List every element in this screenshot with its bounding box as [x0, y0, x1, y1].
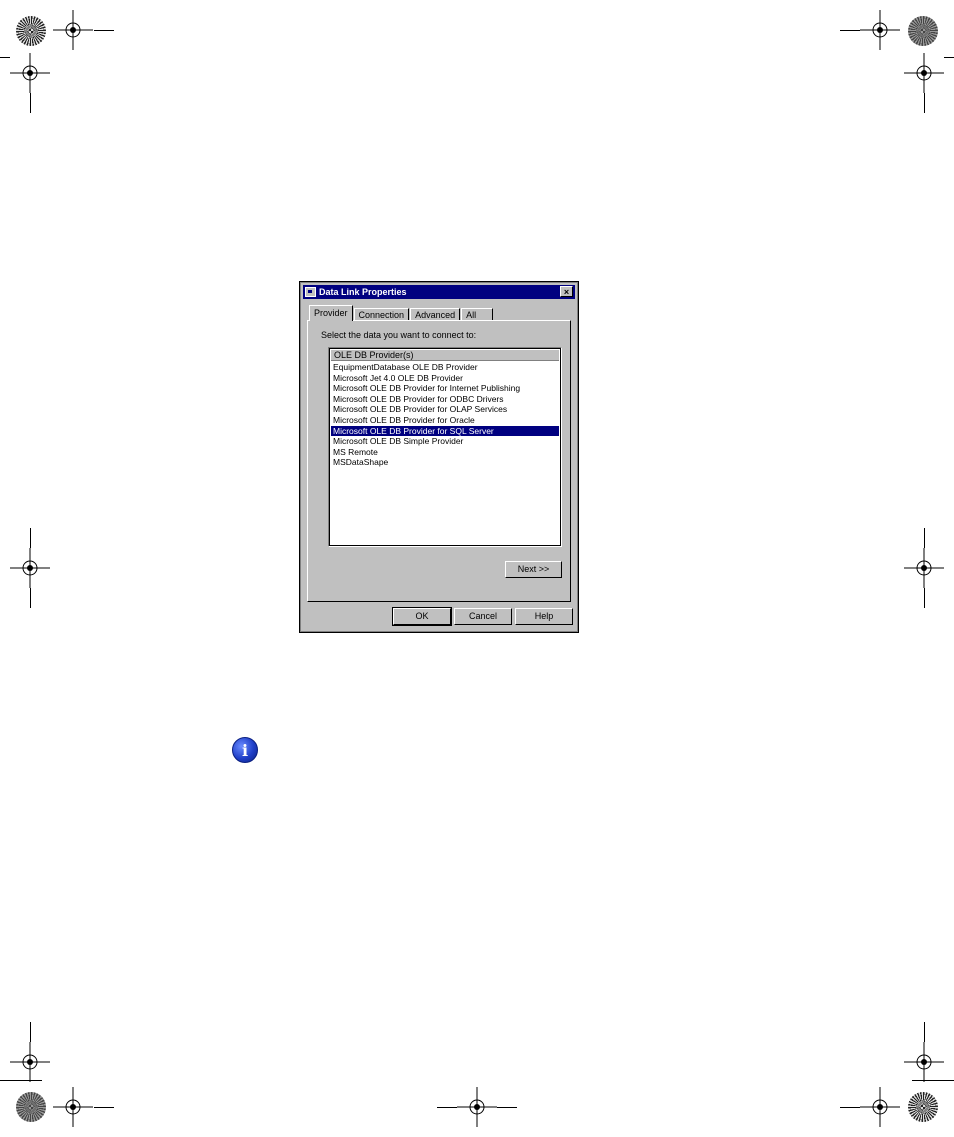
crop-line — [94, 1107, 114, 1108]
provider-panel: Select the data you want to connect to: … — [307, 320, 571, 602]
color-target-icon — [908, 1092, 938, 1122]
list-item[interactable]: Microsoft OLE DB Provider for Oracle — [331, 415, 559, 426]
registration-mark-icon — [860, 1087, 900, 1127]
crop-line — [497, 1107, 517, 1108]
registration-mark-icon — [10, 1042, 50, 1082]
crop-line — [437, 1107, 457, 1108]
list-item[interactable]: Microsoft OLE DB Simple Provider — [331, 436, 559, 447]
crop-line — [840, 30, 860, 31]
crop-line — [0, 1080, 42, 1081]
crop-line — [30, 93, 31, 113]
data-link-properties-dialog: Data Link Properties × Provider Connecti… — [299, 281, 579, 633]
crop-line — [30, 588, 31, 608]
tab-provider[interactable]: Provider — [309, 305, 353, 321]
registration-mark-icon — [904, 1042, 944, 1082]
crop-line — [0, 57, 10, 58]
cancel-button[interactable]: Cancel — [454, 608, 512, 625]
provider-list: EquipmentDatabase OLE DB Provider Micros… — [331, 362, 559, 468]
list-item[interactable]: Microsoft OLE DB Provider for ODBC Drive… — [331, 394, 559, 405]
crop-line — [912, 1080, 954, 1081]
list-item-selected[interactable]: Microsoft OLE DB Provider for SQL Server — [331, 425, 559, 437]
list-item[interactable]: EquipmentDatabase OLE DB Provider — [331, 362, 559, 373]
help-button[interactable]: Help — [515, 608, 573, 625]
crop-line — [944, 57, 954, 58]
data-link-icon — [305, 287, 316, 297]
info-icon: i — [232, 737, 258, 763]
color-target-icon — [16, 16, 46, 46]
list-column-header[interactable]: OLE DB Provider(s) — [331, 350, 559, 361]
crop-line — [30, 528, 31, 548]
registration-mark-icon — [904, 548, 944, 588]
dialog-title: Data Link Properties — [319, 287, 407, 297]
crop-line — [94, 30, 114, 31]
list-item[interactable]: Microsoft OLE DB Provider for Internet P… — [331, 383, 559, 394]
registration-mark-icon — [10, 53, 50, 93]
tab-strip: Provider Connection Advanced All — [309, 305, 494, 321]
registration-mark-icon — [904, 53, 944, 93]
crop-line — [924, 1022, 925, 1042]
crop-line — [924, 588, 925, 608]
crop-line — [30, 1022, 31, 1042]
color-target-icon — [908, 16, 938, 46]
registration-mark-icon — [860, 10, 900, 50]
next-button[interactable]: Next >> — [505, 561, 562, 578]
registration-mark-icon — [53, 1087, 93, 1127]
crop-line — [840, 1107, 860, 1108]
crop-line — [924, 528, 925, 548]
registration-mark-icon — [457, 1087, 497, 1127]
color-target-icon — [16, 1092, 46, 1122]
close-button[interactable]: × — [560, 286, 573, 297]
ok-button[interactable]: OK — [392, 607, 452, 626]
title-bar[interactable]: Data Link Properties × — [303, 285, 575, 299]
list-item[interactable]: Microsoft OLE DB Provider for OLAP Servi… — [331, 404, 559, 415]
instruction-label: Select the data you want to connect to: — [321, 330, 477, 340]
provider-listbox[interactable]: OLE DB Provider(s) EquipmentDatabase OLE… — [328, 347, 562, 547]
registration-mark-icon — [10, 548, 50, 588]
crop-line — [924, 93, 925, 113]
list-item[interactable]: Microsoft Jet 4.0 OLE DB Provider — [331, 373, 559, 384]
registration-mark-icon — [53, 10, 93, 50]
list-item[interactable]: MS Remote — [331, 447, 559, 458]
list-item[interactable]: MSDataShape — [331, 457, 559, 468]
